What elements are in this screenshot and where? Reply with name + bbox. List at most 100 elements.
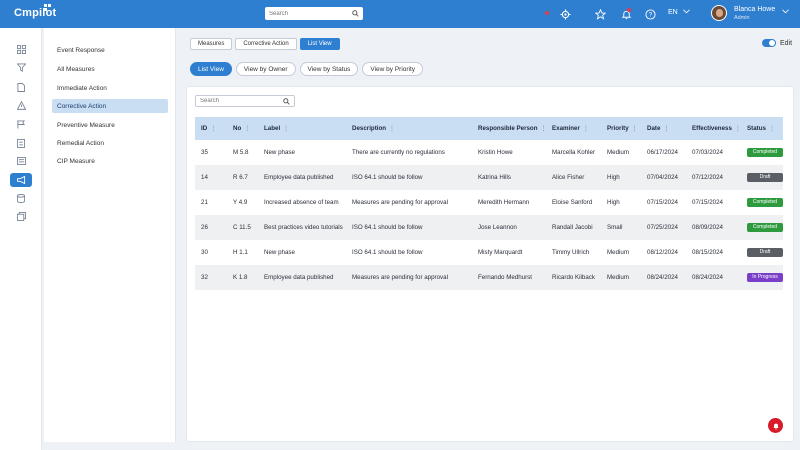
column-header-effectiveness[interactable]: Effectiveness ⋮ xyxy=(686,125,741,132)
view-list[interactable]: List View xyxy=(190,62,232,76)
tab-list-view[interactable]: List View xyxy=(299,38,340,50)
cell-description: ISO 64.1 should be follow xyxy=(352,249,423,256)
column-header-date[interactable]: Date ⋮ xyxy=(641,125,686,132)
search-icon[interactable] xyxy=(283,98,290,105)
rail-filter[interactable] xyxy=(10,60,32,74)
column-header-responsible[interactable]: Responsible Person ⋮ xyxy=(472,125,546,132)
cell-examiner: Eloise Sanford xyxy=(552,199,593,206)
edit-switch[interactable] xyxy=(762,39,776,47)
cell-status: Completed xyxy=(741,198,783,207)
cell-id: 14 xyxy=(201,174,208,181)
cell-status: Draft xyxy=(741,173,783,182)
rail-checklist[interactable] xyxy=(10,136,32,150)
notification-fab[interactable] xyxy=(768,418,783,433)
search-icon[interactable] xyxy=(352,10,359,17)
favorites-button[interactable] xyxy=(593,7,607,21)
user-role: Admin xyxy=(734,15,750,21)
cell-id: 21 xyxy=(201,199,208,206)
cell-status: Draft xyxy=(741,248,783,257)
cell-description: ISO 64.1 should be follow xyxy=(352,174,423,181)
table-row[interactable]: 26 C 11.5 Best practices video tutorials IS… xyxy=(195,215,783,240)
help-button[interactable]: ? xyxy=(643,7,657,21)
sidebar-item-corrective-action[interactable]: Corrective Action xyxy=(52,99,168,113)
cell-examiner: Alice Fisher xyxy=(552,174,585,181)
logo-mark-icon xyxy=(44,4,51,11)
view-by-status[interactable]: View by Status xyxy=(299,62,359,76)
tab-measures[interactable]: Measures xyxy=(190,38,233,50)
sidebar-item-preventive-measure[interactable]: Preventive Measure xyxy=(52,118,168,132)
column-header-examiner[interactable]: Examiner ⋮ xyxy=(546,125,601,132)
user-name[interactable]: Blanca Howe xyxy=(734,6,775,13)
avatar[interactable] xyxy=(711,5,727,21)
column-header-id[interactable]: ID ⋮ xyxy=(195,125,227,132)
cell-no: H 1.1 xyxy=(233,249,248,256)
column-header-label[interactable]: Label ⋮ xyxy=(258,125,346,132)
table-search[interactable] xyxy=(195,95,295,107)
language-selector[interactable]: EN xyxy=(668,9,690,16)
rail-warnings[interactable] xyxy=(10,98,32,112)
cell-responsible: Katrina Hills xyxy=(478,174,512,181)
table-row[interactable]: 21 Y 4.9 Increased absence of team Measures… xyxy=(195,190,783,215)
table-row[interactable]: 14 R 6.7 Employee data published ISO 64.1 s… xyxy=(195,165,783,190)
chevron-down-icon[interactable] xyxy=(782,9,789,14)
table-row[interactable]: 30 H 1.1 New phase ISO 64.1 should be follo… xyxy=(195,240,783,265)
column-header-no[interactable]: No ⋮ xyxy=(227,125,258,132)
rail-dashboard[interactable] xyxy=(10,42,32,56)
table-row[interactable]: 32 K 1.8 Employee data published Measures a… xyxy=(195,265,783,290)
cell-label: New phase xyxy=(264,249,295,256)
cell-effectiveness: 07/15/2024 xyxy=(692,199,723,206)
sidebar-item-all-measures[interactable]: All Measures xyxy=(52,62,168,76)
rail-archive[interactable] xyxy=(10,209,32,223)
settings-button[interactable] xyxy=(558,7,572,21)
cell-status: Completed xyxy=(741,223,783,232)
rail-database[interactable] xyxy=(10,191,32,205)
rail-measures[interactable] xyxy=(10,173,32,187)
cell-id: 30 xyxy=(201,249,208,256)
cell-status: Completed xyxy=(741,148,783,157)
global-search-input[interactable] xyxy=(269,10,349,17)
cell-id: 35 xyxy=(201,149,208,156)
cell-no: R 6.7 xyxy=(233,174,248,181)
app-logo[interactable]: Cmpilot xyxy=(14,4,56,19)
cell-label: Best practices video tutorials xyxy=(264,224,343,231)
sidebar-item-remedial-action[interactable]: Remedial Action xyxy=(52,136,168,150)
column-header-priority[interactable]: Priority ⋮ xyxy=(601,125,641,132)
filter-icon xyxy=(16,62,26,72)
column-header-status[interactable]: Status ⋮ xyxy=(741,125,783,132)
cell-examiner: Randall Jacobi xyxy=(552,224,593,231)
cell-priority: High xyxy=(607,199,620,206)
chevron-down-icon xyxy=(682,9,690,14)
cell-no: K 1.8 xyxy=(233,274,248,281)
cell-responsible: Misty Marquardt xyxy=(478,249,523,256)
global-search[interactable] xyxy=(265,7,363,20)
rail-documents[interactable] xyxy=(10,80,32,94)
cell-priority: Medium xyxy=(607,149,630,156)
status-badge: Draft xyxy=(747,173,783,182)
rail-reports[interactable] xyxy=(10,154,32,168)
column-header-description[interactable]: Description ⋮ xyxy=(346,125,472,132)
cell-priority: Medium xyxy=(607,274,630,281)
edit-toggle[interactable]: Edit xyxy=(762,39,792,47)
cell-date: 07/25/2024 xyxy=(647,224,678,231)
view-by-priority[interactable]: View by Priority xyxy=(362,62,424,76)
view-by-owner[interactable]: View by Owner xyxy=(235,62,296,76)
bell-icon xyxy=(772,423,779,430)
svg-text:?: ? xyxy=(648,11,652,18)
cell-label: Increased absence of team xyxy=(264,199,339,206)
tab-corrective-action[interactable]: Corrective Action xyxy=(235,38,297,50)
cell-examiner: Ricardo Kilback xyxy=(552,274,595,281)
notification-badge xyxy=(627,8,631,12)
cell-description: Measures are pending for approval xyxy=(352,199,448,206)
table-row[interactable]: 35 M 5.8 New phase There are currently no r… xyxy=(195,140,783,165)
table-panel: ID⋮ No⋮ Label⋮ Description⋮ Responsible … xyxy=(186,86,794,442)
rail-flags[interactable] xyxy=(10,117,32,131)
cell-responsible: Fernando Medhurst xyxy=(478,274,532,281)
report-icon xyxy=(16,157,26,165)
table-search-input[interactable] xyxy=(200,98,280,104)
cell-date: 07/15/2024 xyxy=(647,199,678,206)
sidebar-item-immediate-action[interactable]: Immediate Action xyxy=(52,81,168,95)
sidebar-item-cip-measure[interactable]: CIP Measure xyxy=(52,154,168,168)
cell-date: 08/24/2024 xyxy=(647,274,678,281)
sidebar-item-event-response[interactable]: Event Response xyxy=(52,43,168,57)
cell-description: Measures are pending for approval xyxy=(352,274,448,281)
